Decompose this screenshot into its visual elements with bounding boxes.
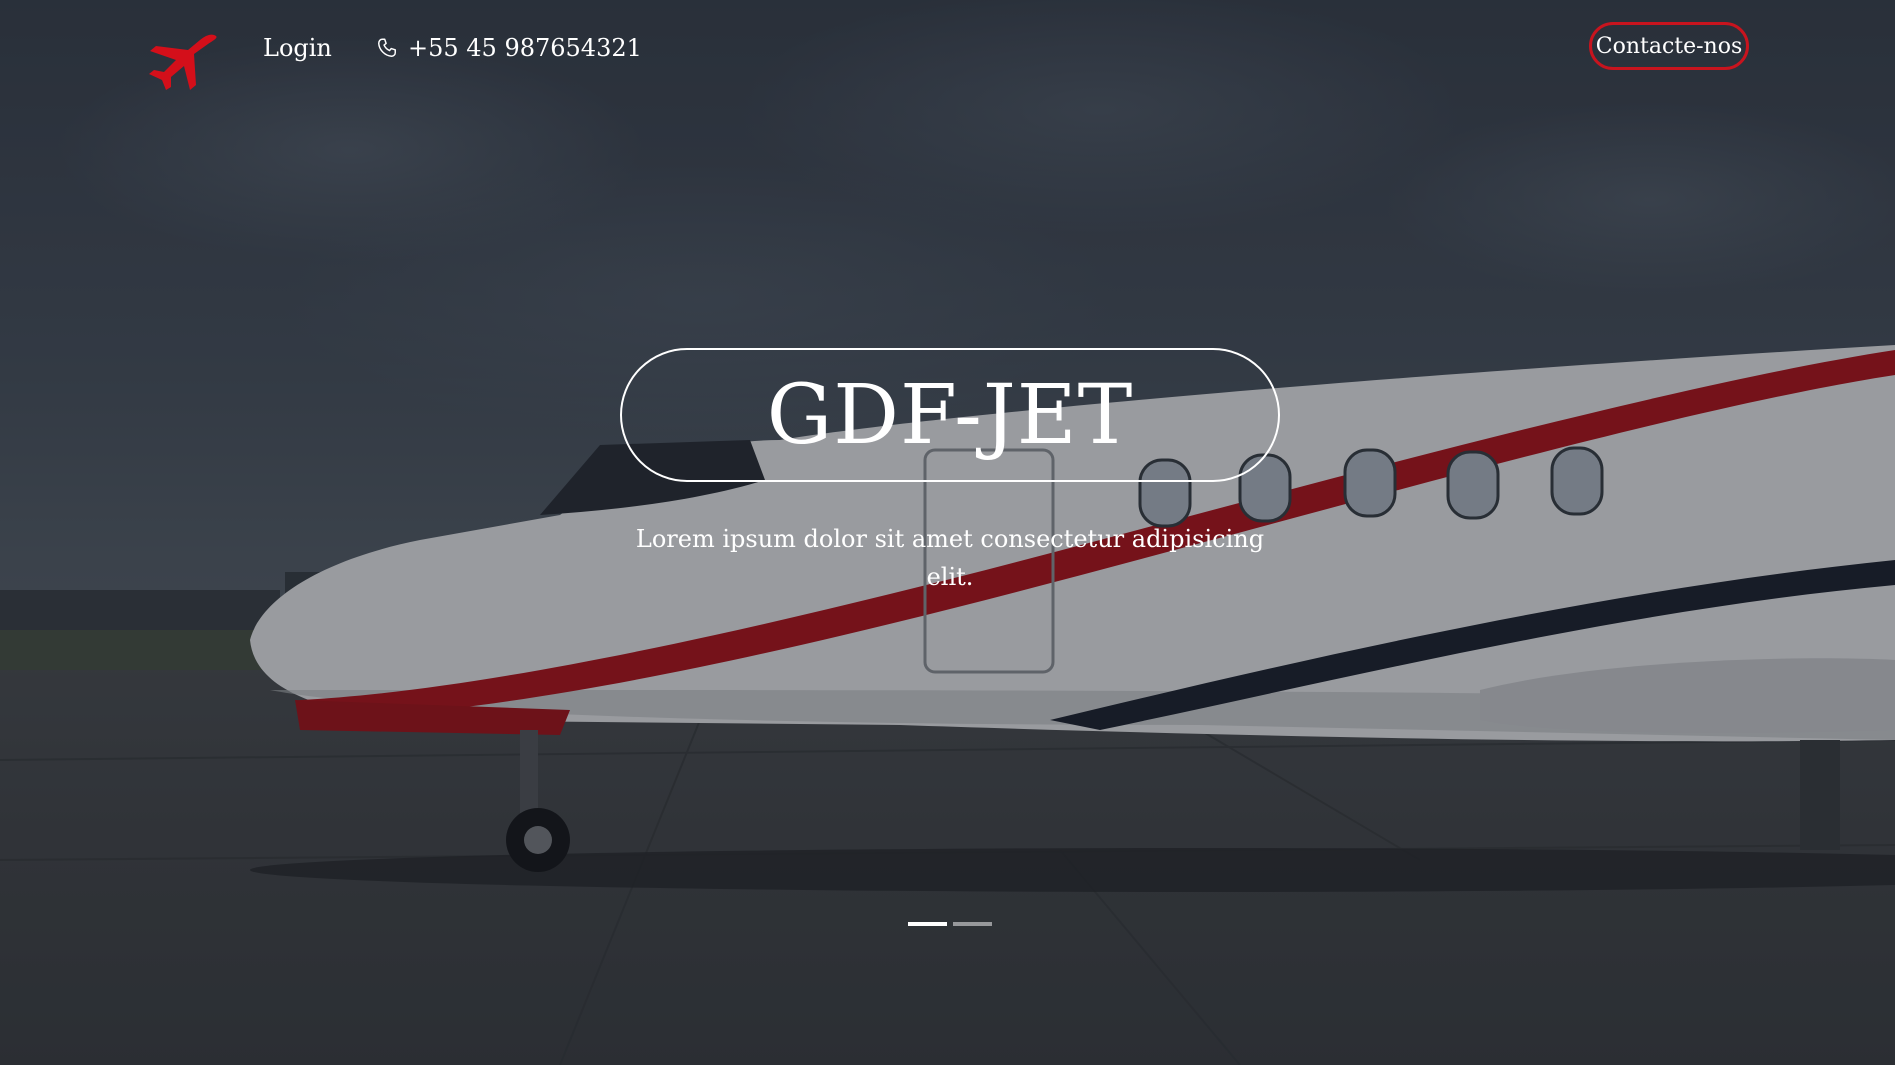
contact-button[interactable]: Contacte-nos <box>1589 22 1749 70</box>
phone-icon <box>378 38 396 57</box>
site-header: Login +55 45 987654321 Contacte-nos <box>0 0 1895 100</box>
airplane-icon <box>149 34 217 90</box>
title-frame: GDF-JET <box>620 348 1280 482</box>
hero-subtitle: Lorem ipsum dolor sit amet consectetur a… <box>635 525 1265 591</box>
carousel-indicators <box>908 922 992 926</box>
carousel-indicator-1[interactable] <box>908 922 947 926</box>
page-title: GDF-JET <box>766 367 1134 463</box>
login-link[interactable]: Login <box>263 34 332 62</box>
phone-number: +55 45 987654321 <box>408 34 642 62</box>
phone-link[interactable]: +55 45 987654321 <box>376 34 642 62</box>
logo-link[interactable] <box>146 32 222 92</box>
carousel-indicator-2[interactable] <box>953 922 992 926</box>
